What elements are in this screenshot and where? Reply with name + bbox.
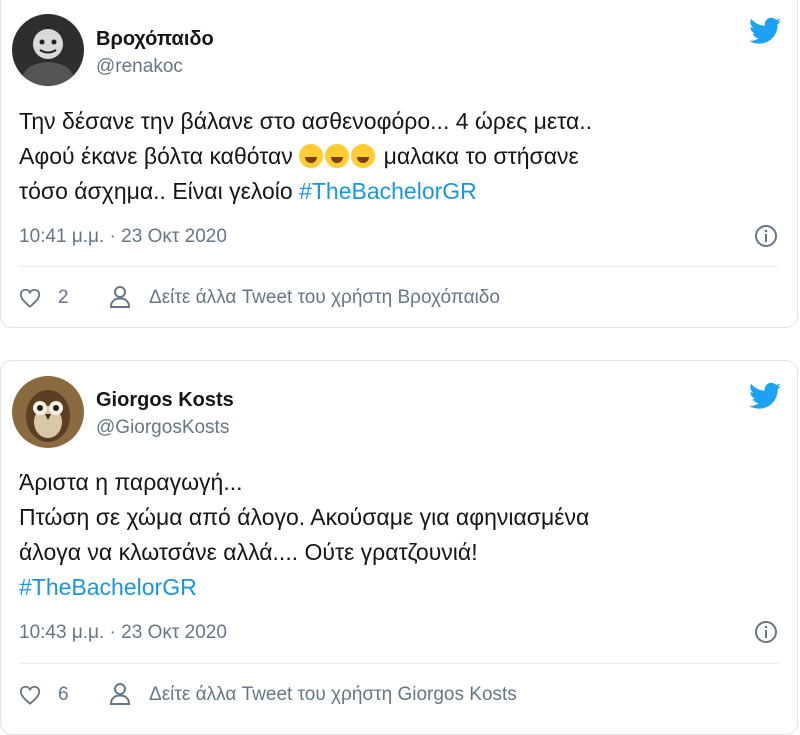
info-icon[interactable] bbox=[754, 224, 778, 248]
tweet-text-segment: Αφού έκανε βόλτα καθόταν bbox=[19, 143, 293, 169]
heart-icon[interactable] bbox=[19, 684, 41, 706]
user-handle[interactable]: @renakoc bbox=[96, 56, 183, 78]
more-tweets-link[interactable]: Δείτε άλλα Tweet του χρήστη Giorgos Kost… bbox=[149, 684, 517, 706]
divider bbox=[19, 266, 779, 267]
more-tweets-link[interactable]: Δείτε άλλα Tweet του χρήστη Βροχόπαιδο bbox=[149, 287, 500, 309]
display-name[interactable]: Giorgos Kosts bbox=[96, 389, 234, 412]
hashtag-link[interactable]: #TheBachelorGR bbox=[299, 178, 477, 204]
tweet-timestamp[interactable]: 10:41 μ.μ. · 23 Οκτ 2020 bbox=[19, 226, 227, 248]
tweet-text-line: Πτώση σε χώμα από άλογο. Ακούσαμε για αφ… bbox=[19, 504, 590, 530]
info-icon[interactable] bbox=[754, 620, 778, 644]
hashtag-link[interactable]: #TheBachelorGR bbox=[19, 570, 779, 605]
person-icon bbox=[109, 683, 131, 705]
user-handle[interactable]: @GiorgosKosts bbox=[96, 417, 229, 439]
tweet-footer: 6 Δείτε άλλα Tweet του χρήστη Giorgos Ko… bbox=[19, 683, 779, 710]
heart-icon[interactable] bbox=[19, 287, 41, 309]
twitter-bird-icon[interactable] bbox=[749, 17, 781, 45]
tweet-text-segment: μαλακα το στήσανε bbox=[383, 143, 579, 169]
tweet-footer: 2 Δείτε άλλα Tweet του χρήστη Βροχόπαιδο bbox=[19, 286, 779, 313]
face-with-tears-of-joy-icon bbox=[299, 144, 324, 168]
tweet-text-line: Αφού έκανε βόλτα καθόταν μαλακα το στήσα… bbox=[19, 139, 779, 174]
avatar[interactable] bbox=[12, 14, 84, 86]
like-count: 2 bbox=[58, 287, 69, 308]
tweet-timestamp[interactable]: 10:43 μ.μ. · 23 Οκτ 2020 bbox=[19, 622, 227, 644]
tweet-text-line: τόσο άσχημα.. Είναι γελοίο #TheBachelorG… bbox=[19, 174, 779, 209]
avatar[interactable] bbox=[12, 376, 84, 448]
tweet-text-line: άλογα να κλωτσάνε αλλά.... Ούτε γρατζουν… bbox=[19, 539, 478, 565]
tweet-text: Την δέσανε την βάλανε στο ασθενοφόρο... … bbox=[19, 104, 779, 209]
divider bbox=[19, 663, 779, 664]
tweet-text-line: Την δέσανε την βάλανε στο ασθενοφόρο... … bbox=[19, 108, 593, 134]
tweet-text: Άριστα η παραγωγή... Πτώση σε χώμα από ά… bbox=[19, 465, 779, 605]
like-count: 6 bbox=[58, 684, 69, 705]
person-icon bbox=[109, 286, 131, 308]
face-with-tears-of-joy-icon bbox=[325, 144, 350, 168]
tweet-text-line: Άριστα η παραγωγή... bbox=[19, 469, 243, 495]
display-name[interactable]: Βροχόπαιδο bbox=[96, 28, 214, 51]
twitter-bird-icon[interactable] bbox=[749, 382, 781, 410]
face-with-tears-of-joy-icon bbox=[351, 144, 376, 168]
tweet-text-segment: τόσο άσχημα.. Είναι γελοίο bbox=[19, 178, 293, 204]
